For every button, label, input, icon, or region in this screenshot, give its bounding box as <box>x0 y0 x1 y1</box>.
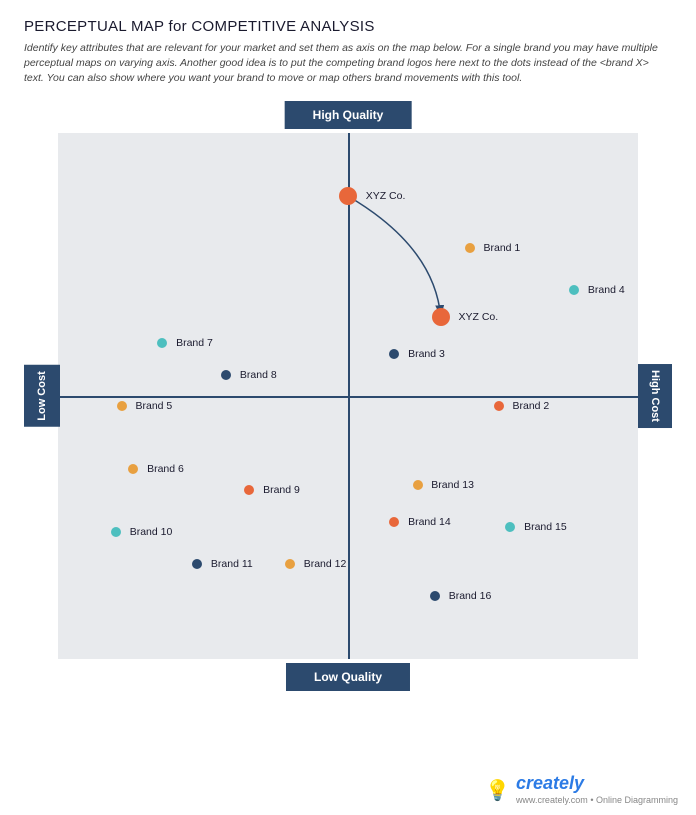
dot-brand16 <box>430 591 440 601</box>
label-brand10: Brand 10 <box>130 526 173 538</box>
dot-brand2 <box>494 401 504 411</box>
dot-brand8 <box>221 370 231 380</box>
label-xyz1: XYZ Co. <box>366 190 406 202</box>
label-brand3: Brand 3 <box>408 348 445 360</box>
label-brand15: Brand 15 <box>524 521 567 533</box>
dot-xyz1 <box>339 187 357 205</box>
dot-brand15 <box>505 522 515 532</box>
dot-brand6 <box>128 464 138 474</box>
axis-left-label: Low Cost <box>24 365 60 427</box>
dot-brand5 <box>117 401 127 411</box>
label-brand4: Brand 4 <box>588 284 625 296</box>
axis-bottom-label: Low Quality <box>286 663 410 691</box>
axis-top-label: High Quality <box>285 101 412 129</box>
label-brand11: Brand 11 <box>211 558 253 570</box>
label-brand13: Brand 13 <box>431 479 474 491</box>
label-brand2: Brand 2 <box>513 400 550 412</box>
vertical-axis-line <box>348 133 350 659</box>
title-bold: PERCEPTUAL MAP <box>24 18 164 35</box>
footer-url: www.creately.com • Online Diagramming <box>516 794 678 807</box>
title-rest: for COMPETITIVE ANALYSIS <box>164 18 375 35</box>
dot-brand9 <box>244 485 254 495</box>
label-brand6: Brand 6 <box>147 463 184 475</box>
footer-tagline: • Online Diagramming <box>590 795 678 805</box>
label-xyz2: XYZ Co. <box>459 311 499 323</box>
footer-logo-text: creately <box>516 773 584 793</box>
chart-container: High Quality Low Quality Low Cost High C… <box>24 101 672 691</box>
label-brand9: Brand 9 <box>263 484 300 496</box>
label-brand5: Brand 5 <box>136 400 173 412</box>
footer-logo-bulb: 💡 <box>485 778 510 803</box>
page-title: PERCEPTUAL MAP for COMPETITIVE ANALYSIS <box>24 18 672 35</box>
dot-brand12 <box>285 559 295 569</box>
dot-brand13 <box>413 480 423 490</box>
axis-right-label: High Cost <box>638 364 672 428</box>
description-text: Identify key attributes that are relevan… <box>24 41 664 87</box>
footer-url-text: www.creately.com <box>516 795 588 805</box>
dot-brand3 <box>389 349 399 359</box>
dot-xyz2 <box>432 308 450 326</box>
label-brand16: Brand 16 <box>449 590 492 602</box>
label-brand12: Brand 12 <box>304 558 347 570</box>
page: PERCEPTUAL MAP for COMPETITIVE ANALYSIS … <box>0 0 696 815</box>
footer: 💡 creately www.creately.com • Online Dia… <box>485 773 678 807</box>
label-brand7: Brand 7 <box>176 337 213 349</box>
dot-brand11 <box>192 559 202 569</box>
dot-brand14 <box>389 517 399 527</box>
dot-brand1 <box>465 243 475 253</box>
dot-brand4 <box>569 285 579 295</box>
label-brand8: Brand 8 <box>240 369 277 381</box>
plot-area: XYZ Co. XYZ Co. Brand 1 Brand 4 Brand 3 Brand… <box>58 133 638 659</box>
label-brand14: Brand 14 <box>408 516 451 528</box>
footer-logo: creately <box>516 773 678 794</box>
dot-brand7 <box>157 338 167 348</box>
label-brand1: Brand 1 <box>484 242 521 254</box>
dot-brand10 <box>111 527 121 537</box>
